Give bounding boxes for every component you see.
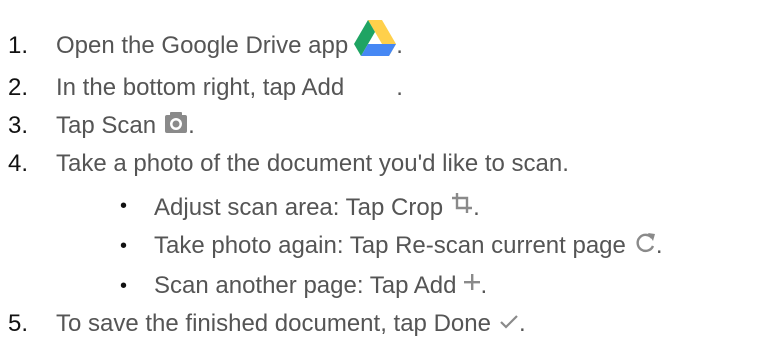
step-5: 5. To save the finished document, tap Do… <box>8 310 526 338</box>
substep-suffix: . <box>473 194 480 221</box>
substep-2: • Take photo again: Tap Re-scan current … <box>120 232 663 260</box>
step-text: Take a photo of the document you'd like … <box>56 150 569 177</box>
bullet: • <box>120 235 128 257</box>
refresh-icon <box>634 232 656 254</box>
step-number: 4. <box>8 150 29 177</box>
checkmark-icon <box>499 314 519 330</box>
substep-1: • Adjust scan area: Tap Crop . <box>120 192 480 222</box>
step-text: Tap Scan <box>56 112 157 139</box>
substep-text: Take photo again: Tap Re-scan current pa… <box>154 232 626 259</box>
step-text: Open the Google Drive app <box>56 32 349 59</box>
google-drive-icon <box>354 20 397 56</box>
plus-icon <box>464 274 481 290</box>
step-4: 4. Take a photo of the document you'd li… <box>8 150 569 178</box>
step-3: 3. Tap Scan . <box>8 112 195 140</box>
bullet: • <box>120 275 128 297</box>
substep-text: Adjust scan area: Tap Crop <box>154 194 444 221</box>
step-suffix: . <box>396 74 403 101</box>
step-number: 2. <box>8 74 29 101</box>
step-text: To save the finished document, tap Done <box>56 310 491 337</box>
step-1: 1. Open the Google Drive app . <box>8 20 403 60</box>
substep-text: Scan another page: Tap Add <box>154 272 457 299</box>
substep-suffix: . <box>655 232 663 259</box>
bullet: • <box>120 195 128 217</box>
step-number: 5. <box>8 310 29 337</box>
substep-3: • Scan another page: Tap Add . <box>120 272 487 300</box>
substep-suffix: . <box>480 272 488 299</box>
step-suffix: . <box>518 310 526 337</box>
step-2: 2. In the bottom right, tap Add . <box>8 74 403 102</box>
step-suffix: . <box>188 112 195 139</box>
camera-icon <box>164 112 188 134</box>
step-number: 1. <box>8 32 29 59</box>
crop-icon <box>451 192 473 214</box>
instructions-document: 1. Open the Google Drive app . 2. In the… <box>0 0 758 343</box>
step-suffix: . <box>396 32 403 59</box>
step-number: 3. <box>8 112 29 139</box>
step-text: In the bottom right, tap Add <box>56 74 345 101</box>
